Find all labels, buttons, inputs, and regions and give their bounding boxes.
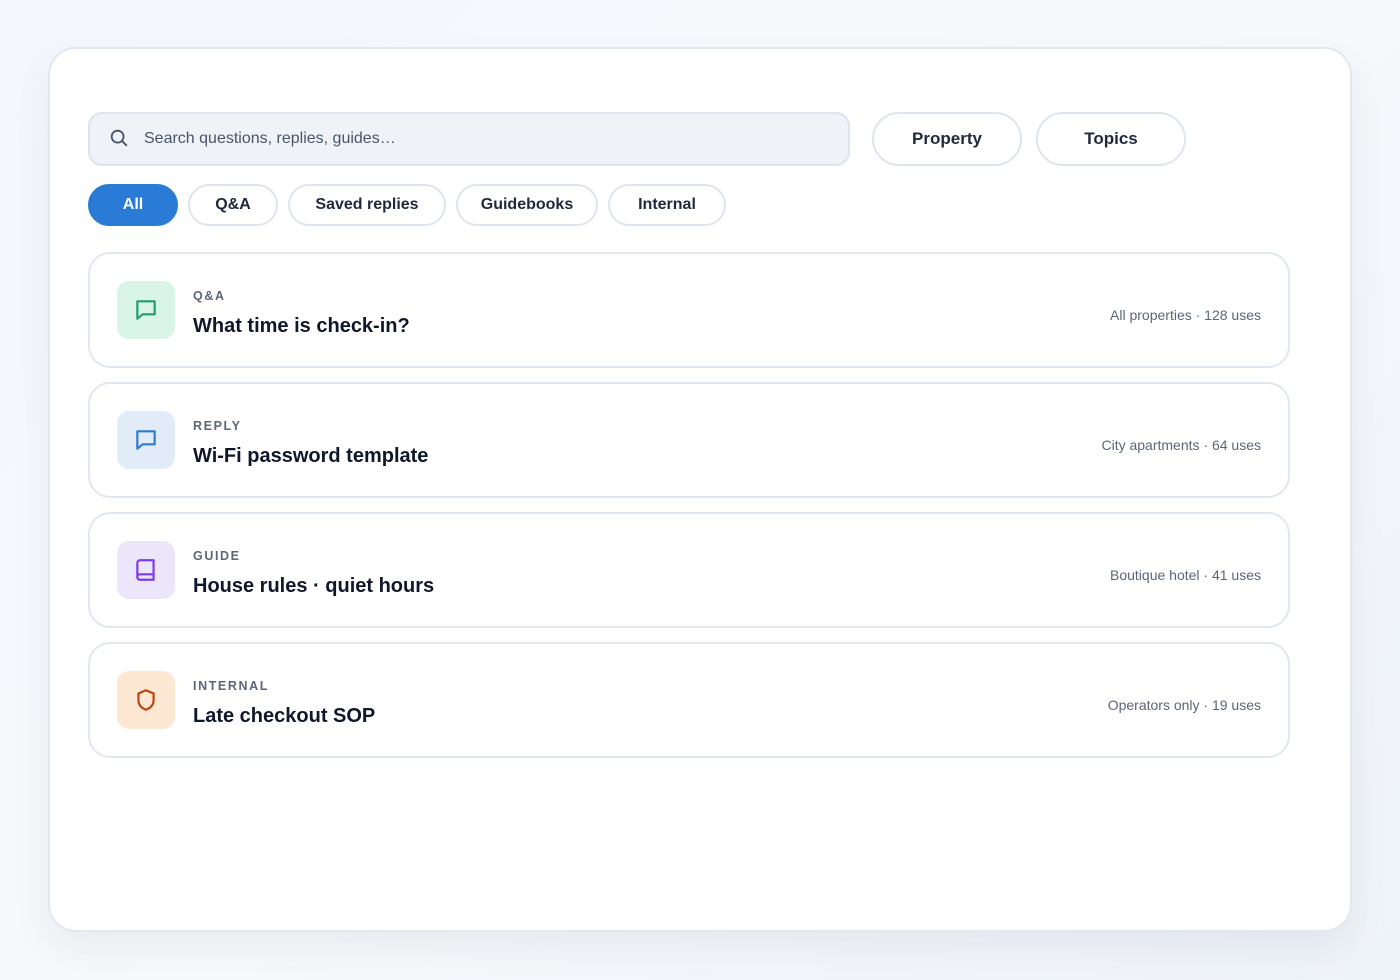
item-title: Wi-Fi password template bbox=[193, 445, 429, 467]
item-title: House rules · quiet hours bbox=[193, 575, 435, 597]
item-meta: All properties · 128 uses bbox=[1110, 307, 1261, 323]
shield-icon bbox=[117, 671, 175, 729]
item-kind: INTERNAL bbox=[193, 679, 269, 693]
book-icon bbox=[117, 541, 175, 599]
list-item[interactable]: GUIDE House rules · quiet hours Boutique… bbox=[88, 512, 1290, 628]
item-meta: Operators only · 19 uses bbox=[1107, 697, 1261, 713]
list-item[interactable]: Q&A What time is check-in? All propertie… bbox=[88, 252, 1290, 368]
chip-all[interactable]: All bbox=[88, 184, 178, 226]
chip-guidebooks[interactable]: Guidebooks bbox=[456, 184, 598, 226]
search-input[interactable] bbox=[144, 114, 834, 164]
topics-filter-button[interactable]: Topics bbox=[1036, 112, 1186, 166]
item-meta: Boutique hotel · 41 uses bbox=[1110, 567, 1261, 583]
search-icon bbox=[110, 129, 128, 147]
search-bar[interactable] bbox=[88, 112, 850, 166]
chip-qa[interactable]: Q&A bbox=[188, 184, 278, 226]
item-kind: REPLY bbox=[193, 419, 242, 433]
property-filter-button[interactable]: Property bbox=[872, 112, 1022, 166]
chip-saved-replies[interactable]: Saved replies bbox=[288, 184, 446, 226]
list-item[interactable]: REPLY Wi-Fi password template City apart… bbox=[88, 382, 1290, 498]
item-meta: City apartments · 64 uses bbox=[1101, 437, 1261, 453]
chat-bubble-icon bbox=[117, 281, 175, 339]
item-kind: Q&A bbox=[193, 289, 226, 303]
chat-bubble-icon bbox=[117, 411, 175, 469]
item-kind: GUIDE bbox=[193, 549, 241, 563]
item-title: What time is check-in? bbox=[193, 315, 410, 337]
list-item[interactable]: INTERNAL Late checkout SOP Operators onl… bbox=[88, 642, 1290, 758]
item-title: Late checkout SOP bbox=[193, 705, 376, 727]
knowledge-base-panel: Property Topics All Q&A Saved replies Gu… bbox=[48, 47, 1352, 932]
chip-internal[interactable]: Internal bbox=[608, 184, 726, 226]
